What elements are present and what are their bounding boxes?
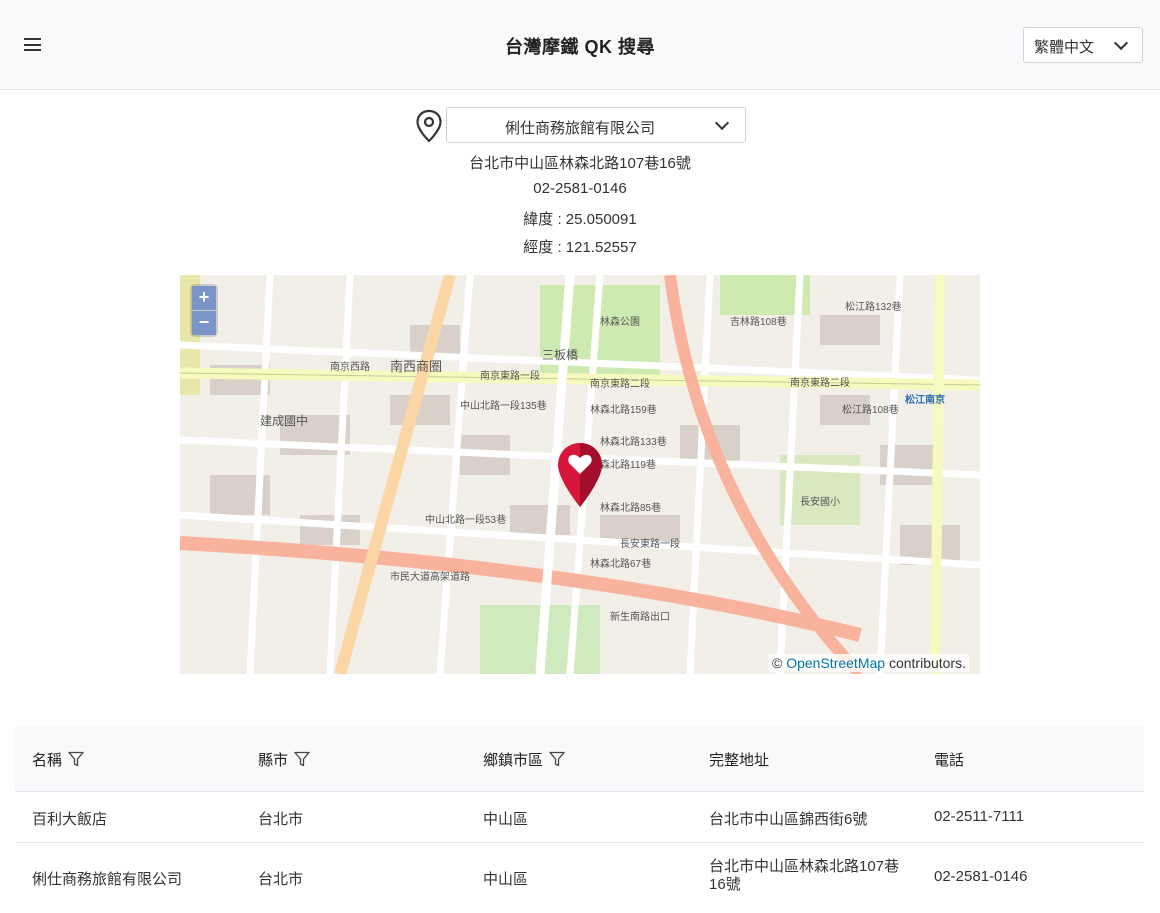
- hotel-phone: 02-2581-0146: [533, 180, 627, 197]
- cell-phone: 02-2581-0146: [934, 868, 1028, 885]
- zoom-out-button[interactable]: −: [192, 310, 216, 335]
- svg-text:中山北路一段53巷: 中山北路一段53巷: [425, 513, 506, 526]
- cell-district: 中山區: [483, 871, 529, 888]
- location-pin-icon: [416, 109, 442, 143]
- svg-text:南京東路二段: 南京東路二段: [790, 376, 850, 389]
- svg-text:南京西路: 南京西路: [330, 360, 370, 373]
- chevron-down-icon: [714, 115, 730, 131]
- zoom-in-button[interactable]: +: [192, 286, 216, 310]
- cell-city: 台北市: [258, 811, 304, 828]
- column-header-city: 縣市: [258, 749, 310, 770]
- column-header-name: 名稱: [32, 749, 84, 770]
- svg-text:南京東路二段: 南京東路二段: [590, 377, 650, 390]
- svg-text:長安東路一段: 長安東路一段: [620, 537, 680, 550]
- svg-text:吉林路108巷: 吉林路108巷: [730, 315, 787, 328]
- column-header-address: 完整地址: [709, 752, 770, 769]
- map-attribution: © OpenStreetMap contributors.: [769, 654, 969, 672]
- column-header-phone: 電話: [934, 752, 965, 769]
- svg-text:松江路108巷: 松江路108巷: [842, 403, 899, 416]
- filter-icon[interactable]: [294, 751, 310, 767]
- cell-name: 俐仕商務旅館有限公司: [32, 871, 183, 888]
- hotel-select-value: 俐仕商務旅館有限公司: [504, 120, 655, 137]
- top-bar: 台灣摩鐵 QK 搜尋 繁體中文: [0, 0, 1160, 90]
- svg-text:林森公園: 林森公園: [600, 315, 640, 328]
- cell-district: 中山區: [483, 811, 529, 828]
- hotel-longitude: 經度 : 121.52557: [523, 239, 637, 256]
- svg-text:新生南路出口: 新生南路出口: [610, 610, 670, 623]
- language-select[interactable]: 繁體中文: [1023, 27, 1143, 63]
- map-tiles: 南西商圈 南京東路一段 南京東路二段 南京東路二段 南京西路 中山北路一段135…: [180, 275, 980, 674]
- chevron-down-icon: [1113, 35, 1129, 51]
- table-row[interactable]: 俐仕商務旅館有限公司 台北市 中山區 台北市中山區林森北路107巷16號 02-…: [15, 843, 1144, 913]
- svg-text:南京東路一段: 南京東路一段: [480, 369, 540, 382]
- map[interactable]: 南西商圈 南京東路一段 南京東路二段 南京東路二段 南京西路 中山北路一段135…: [180, 275, 980, 674]
- svg-text:市民大道高架道路: 市民大道高架道路: [390, 570, 470, 583]
- filter-icon[interactable]: [549, 751, 565, 767]
- svg-text:林森北路159巷: 林森北路159巷: [590, 403, 657, 416]
- svg-text:南西商圈: 南西商圈: [390, 359, 442, 374]
- svg-text:林森北路133巷: 林森北路133巷: [600, 435, 667, 448]
- results-table: 名稱 縣市 鄉鎮市區 完整地址 電話 百利大飯店 台北市 中山區 台北市中山區錦…: [15, 727, 1144, 913]
- svg-text:中山北路一段135巷: 中山北路一段135巷: [460, 399, 547, 412]
- app-title: 台灣摩鐵 QK 搜尋: [504, 37, 655, 57]
- cell-phone: 02-2511-7111: [934, 808, 1025, 825]
- zoom-controls: + −: [192, 286, 216, 335]
- column-header-district: 鄉鎮市區: [483, 749, 565, 770]
- openstreetmap-link[interactable]: OpenStreetMap: [786, 655, 885, 671]
- hotel-address: 台北市中山區林森北路107巷16號: [469, 155, 691, 172]
- svg-text:林森北路85巷: 林森北路85巷: [600, 501, 661, 514]
- cell-name: 百利大飯店: [32, 811, 108, 828]
- svg-text:林森北路67巷: 林森北路67巷: [590, 557, 651, 570]
- hotel-latitude: 緯度 : 25.050091: [523, 211, 637, 228]
- table-row[interactable]: 百利大飯店 台北市 中山區 台北市中山區錦西街6號 02-2511-7111: [15, 792, 1144, 843]
- svg-text:松江南京: 松江南京: [905, 393, 945, 406]
- language-value: 繁體中文: [1034, 39, 1095, 56]
- svg-text:松江路132巷: 松江路132巷: [845, 300, 902, 313]
- cell-address: 台北市中山區林森北路107巷16號: [709, 858, 900, 893]
- cell-city: 台北市: [258, 871, 304, 888]
- filter-icon[interactable]: [68, 751, 84, 767]
- cell-address: 台北市中山區錦西街6號: [709, 811, 868, 828]
- table-header: 名稱 縣市 鄉鎮市區 完整地址 電話: [15, 727, 1144, 792]
- svg-text:長安國小: 長安國小: [800, 495, 840, 508]
- svg-text:建成國中: 建成國中: [260, 413, 308, 428]
- svg-text:三板橋: 三板橋: [542, 348, 578, 362]
- hotel-select[interactable]: 俐仕商務旅館有限公司: [446, 107, 746, 143]
